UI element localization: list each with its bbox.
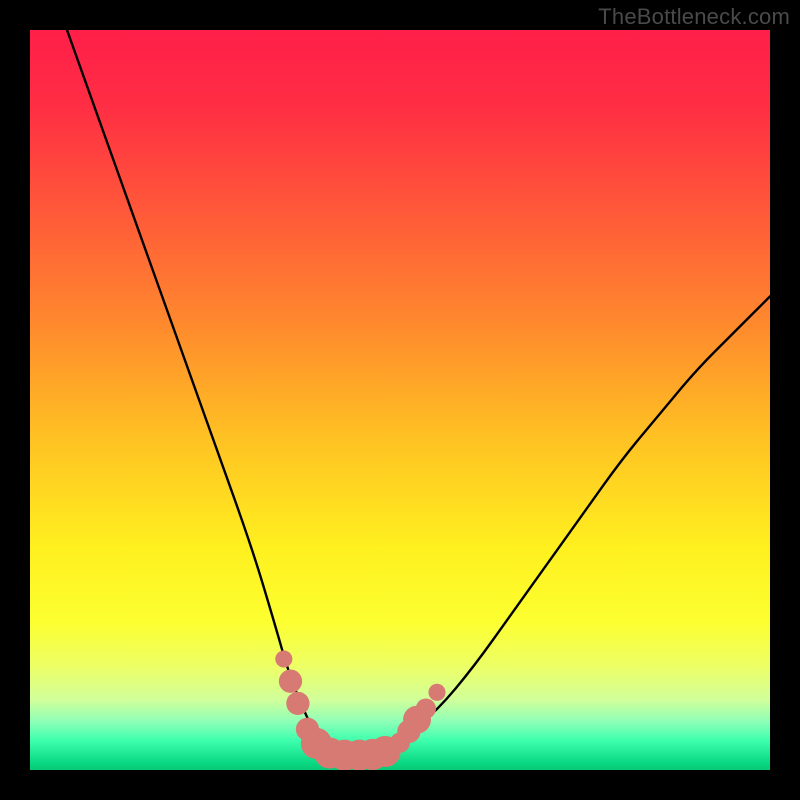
plot-area [30,30,770,770]
chart-frame: TheBottleneck.com [0,0,800,800]
bottleneck-chart [30,30,770,770]
watermark-text: TheBottleneck.com [598,4,790,30]
marker-point [275,650,292,667]
marker-point [279,670,302,693]
marker-point [286,692,309,715]
marker-point [416,698,436,718]
marker-point [428,684,445,701]
gradient-background [30,30,770,770]
